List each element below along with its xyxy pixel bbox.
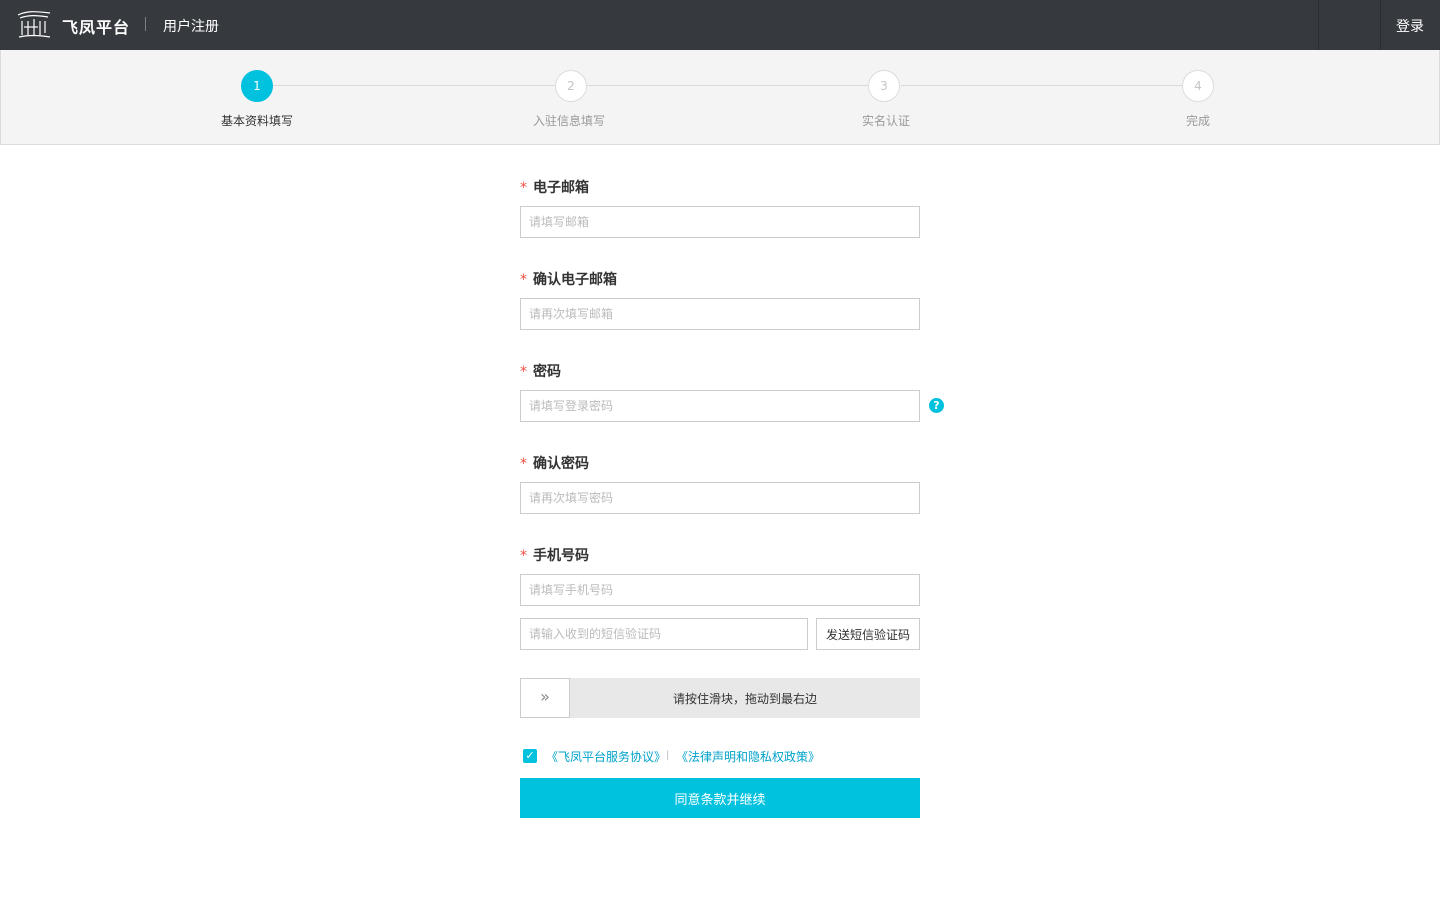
step-4-circle: 4	[1182, 70, 1214, 102]
password-label-text: 密码	[533, 364, 561, 380]
step-2-label: 入驻信息填写	[532, 114, 605, 128]
email-confirm-label: * 确认电子邮箱	[520, 269, 617, 289]
top-header: 飞凤平台 用户注册 登录	[0, 0, 1440, 50]
email-confirm-input[interactable]	[520, 298, 920, 330]
registration-steps: 1 2 3 4 基本资料填写 入驻信息填写 实名认证 完成	[0, 50, 1440, 145]
page-title: 用户注册	[163, 19, 219, 35]
step-1-label: 基本资料填写	[220, 114, 293, 128]
email-input[interactable]	[520, 206, 920, 238]
required-mark: *	[520, 548, 527, 564]
step-connector	[901, 85, 1183, 86]
header-divider	[1318, 0, 1319, 50]
agreement-checkbox[interactable]: ✓	[523, 749, 537, 763]
logo-icon	[16, 9, 52, 39]
brand-name: 飞凤平台	[62, 18, 131, 37]
phone-input[interactable]	[520, 574, 920, 606]
slider-captcha: » 请按住滑块，拖动到最右边	[520, 678, 920, 718]
password-label: * 密码	[520, 361, 561, 381]
login-link[interactable]: 登录	[1396, 16, 1424, 36]
step-connector	[587, 85, 869, 86]
required-mark: *	[520, 180, 527, 196]
slider-handle[interactable]: »	[520, 678, 570, 718]
step-4-label: 完成	[1185, 114, 1210, 128]
email-label-text: 电子邮箱	[533, 180, 589, 196]
header-separator	[145, 17, 146, 31]
step-2-circle: 2	[555, 70, 587, 102]
sms-code-input[interactable]	[520, 618, 808, 650]
link-separator: |	[666, 750, 670, 761]
help-icon[interactable]: ?	[929, 398, 944, 413]
step-connector	[273, 85, 555, 86]
phone-label-text: 手机号码	[533, 548, 589, 564]
agree-continue-button[interactable]: 同意条款并继续	[520, 778, 920, 818]
password-confirm-label-text: 确认密码	[533, 456, 589, 472]
privacy-policy-link[interactable]: 《法律声明和隐私权政策》	[676, 748, 820, 765]
step-1-circle: 1	[241, 70, 273, 102]
slider-instruction: 请按住滑块，拖动到最右边	[672, 692, 817, 706]
password-input[interactable]	[520, 390, 920, 422]
send-sms-button[interactable]: 发送短信验证码	[816, 618, 920, 650]
email-confirm-label-text: 确认电子邮箱	[533, 272, 617, 288]
step-3-label: 实名认证	[861, 114, 910, 128]
step-3-circle: 3	[868, 70, 900, 102]
required-mark: *	[520, 456, 527, 472]
phone-label: * 手机号码	[520, 545, 589, 565]
required-mark: *	[520, 364, 527, 380]
password-confirm-input[interactable]	[520, 482, 920, 514]
email-label: * 电子邮箱	[520, 177, 589, 197]
password-confirm-label: * 确认密码	[520, 453, 589, 473]
required-mark: *	[520, 272, 527, 288]
service-agreement-link[interactable]: 《飞凤平台服务协议》	[546, 748, 666, 765]
header-divider	[1380, 0, 1381, 50]
